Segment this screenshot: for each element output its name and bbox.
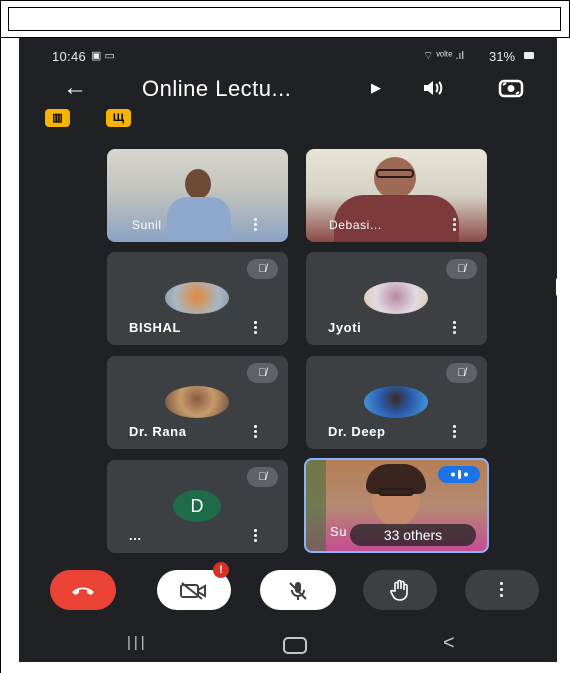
title-chevron-icon[interactable]: ▶: [371, 80, 381, 96]
more-vert-icon[interactable]: [453, 425, 457, 440]
participant-avatar: [364, 386, 428, 418]
back-nav-icon[interactable]: <: [443, 632, 455, 655]
participant-tile-others[interactable]: Su 33 others: [304, 458, 489, 553]
recent-apps-icon[interactable]: |||: [127, 634, 148, 651]
participant-tile-sunil[interactable]: Sunil: [107, 149, 288, 242]
outer-frame-top: [0, 0, 570, 38]
mic-off-icon: 🎙̸: [247, 467, 278, 487]
mic-toggle-button[interactable]: [260, 570, 336, 610]
captions-chip-icon[interactable]: Щ: [106, 109, 131, 127]
glasses-icon: [378, 488, 414, 496]
participant-avatar: [165, 386, 229, 418]
participant-face: [185, 169, 211, 199]
android-nav-bar: ||| <: [19, 628, 557, 662]
audio-level-icon: [438, 466, 480, 483]
outer-frame-inner: [8, 7, 561, 31]
participant-name: BISHAL: [129, 320, 181, 335]
background-plant: [306, 460, 326, 551]
glasses-icon: [376, 169, 414, 178]
status-time: 10:46: [52, 49, 87, 64]
scrollbar-thumb[interactable]: [556, 278, 557, 296]
more-vert-icon: [500, 582, 504, 597]
call-header: ← Online Lectu... ▶: [19, 68, 557, 108]
more-vert-icon[interactable]: [254, 321, 258, 336]
participant-tile-dr-rana[interactable]: 🎙̸ Dr. Rana: [107, 356, 288, 449]
arrow-left-icon[interactable]: ←: [63, 76, 87, 100]
status-bar: 10:46 ▣ ▭ ⌔ ᵛᵒˡᵗᵉ .ıl 31%: [19, 38, 557, 68]
mic-off-icon: 🎙̸: [446, 259, 477, 279]
speaker-icon[interactable]: [421, 78, 445, 104]
participant-name: Jyoti: [328, 320, 362, 335]
mic-off-icon: [289, 582, 307, 600]
mic-off-icon: 🎙̸: [247, 363, 278, 383]
raise-hand-icon: [390, 579, 408, 601]
notification-icons: ▣ ▭: [91, 50, 115, 62]
participant-face: [374, 157, 416, 199]
end-call-icon: [72, 587, 94, 595]
participant-name: Dr. Deep: [328, 424, 386, 439]
end-call-button[interactable]: [50, 570, 116, 610]
participant-initial-avatar: D: [173, 490, 221, 522]
more-vert-icon[interactable]: [254, 425, 258, 440]
battery-icon: [524, 52, 534, 59]
camera-off-icon: [180, 582, 206, 600]
camera-alert-badge: !: [213, 562, 229, 578]
participant-name: Su: [330, 524, 348, 539]
more-vert-icon[interactable]: [453, 218, 457, 233]
meet-call-screen: 10:46 ▣ ▭ ⌔ ᵛᵒˡᵗᵉ .ıl 31% ← Online Lectu…: [19, 38, 557, 662]
participant-name: Debasi...: [329, 218, 382, 232]
participant-name: ...: [129, 528, 142, 543]
more-vert-icon[interactable]: [254, 218, 258, 233]
participant-tile-jyoti[interactable]: 🎙̸ Jyoti: [306, 252, 487, 345]
participant-name: Sunil: [132, 218, 162, 232]
mic-off-icon: 🎙̸: [446, 363, 477, 383]
others-count[interactable]: 33 others: [350, 524, 476, 546]
participant-shirt: [167, 197, 231, 242]
more-options-button[interactable]: [465, 570, 539, 610]
outer-frame-left: [0, 37, 8, 673]
participant-tile-debasi[interactable]: Debasi...: [306, 149, 487, 242]
participant-avatar: [364, 282, 428, 314]
participant-tile-dr-deep[interactable]: 🎙̸ Dr. Deep: [306, 356, 487, 449]
camera-toggle-button[interactable]: !: [157, 562, 231, 610]
home-icon[interactable]: [283, 637, 307, 654]
participant-avatar: [165, 282, 229, 314]
mic-off-icon: 🎙̸: [247, 259, 278, 279]
participant-tile-d[interactable]: 🎙̸ D ...: [107, 460, 288, 553]
signal-icons: ⌔ ᵛᵒˡᵗᵉ .ıl: [423, 50, 464, 62]
participant-tile-bishal[interactable]: 🎙̸ BISHAL: [107, 252, 288, 345]
meeting-title[interactable]: Online Lectu...: [142, 76, 291, 102]
participant-name: Dr. Rana: [129, 424, 187, 439]
battery-text: 31%: [489, 49, 516, 64]
more-vert-icon[interactable]: [254, 529, 258, 544]
camera-off-chip-icon[interactable]: ▥: [45, 109, 70, 127]
more-vert-icon[interactable]: [453, 321, 457, 336]
switch-camera-icon[interactable]: [497, 77, 525, 104]
raise-hand-button[interactable]: [363, 570, 437, 610]
